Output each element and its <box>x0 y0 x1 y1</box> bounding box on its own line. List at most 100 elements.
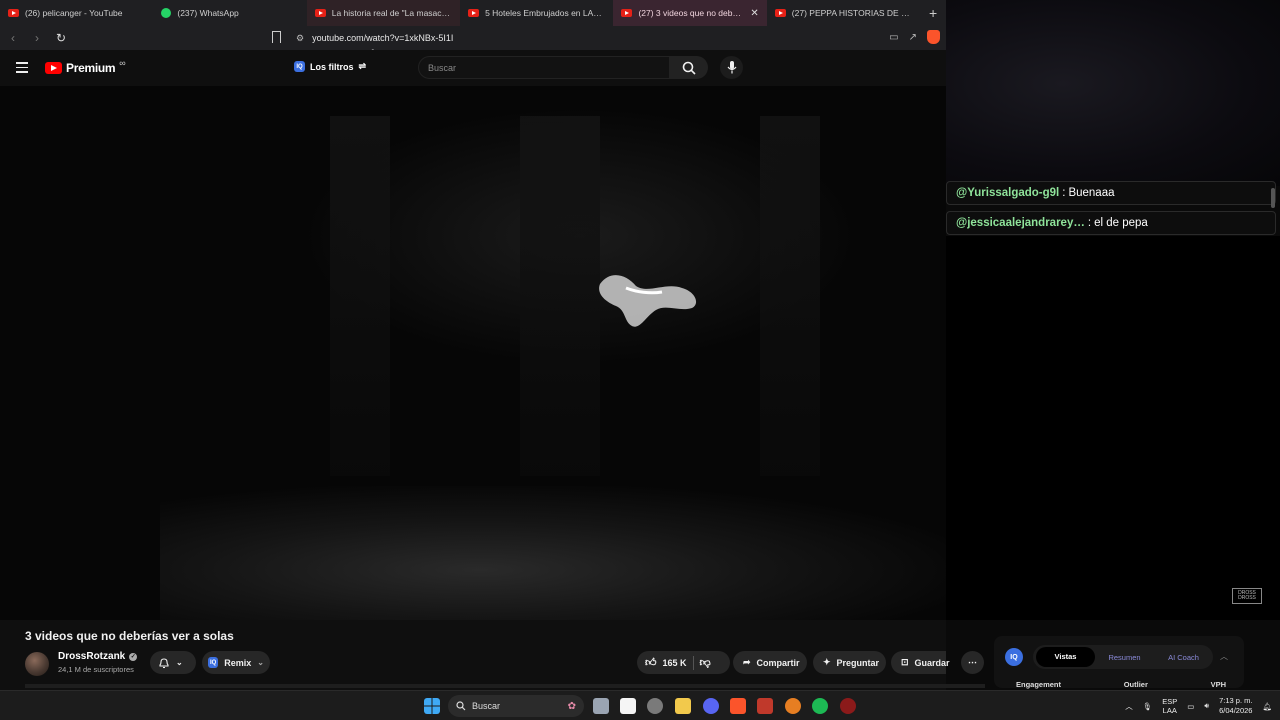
vidiq-tab-vistas[interactable]: Vistas <box>1036 647 1095 667</box>
microphone-icon <box>727 61 736 74</box>
network-icon[interactable]: ▭ <box>1187 702 1194 711</box>
clock[interactable]: 7:13 p. m. 6/04/2026 <box>1219 696 1252 716</box>
video-extension <box>946 236 1280 620</box>
video-player[interactable] <box>0 86 946 620</box>
youtube-favicon-icon <box>621 9 633 17</box>
remix-button[interactable]: IQ Remix ⌄ <box>202 651 270 674</box>
tab-label: (27) PEPPA HISTORIAS DE MIEDO - Y <box>791 8 912 18</box>
more-actions-button[interactable]: ⋯ <box>961 651 984 674</box>
site-settings-icon[interactable]: ⚙ <box>296 33 304 44</box>
vidiq-tab-ai-coach[interactable]: AI Coach <box>1154 653 1213 662</box>
address-bar-actions: ▭ ↗ <box>889 30 940 44</box>
brave-shields-icon[interactable] <box>927 30 940 44</box>
stream-app-icon[interactable] <box>757 698 773 714</box>
chat-text: Buenaaa <box>1068 187 1115 199</box>
filters-button[interactable]: IQ Los filtros ⇌ <box>294 61 366 72</box>
url-field[interactable]: ⚙ youtube.com/watch?v=1xkNBx-5I1I <box>296 30 453 46</box>
notification-bell-icon[interactable]: 🔔︎ <box>1262 702 1272 711</box>
chevron-up-icon[interactable]: ︿ <box>1125 701 1133 712</box>
browser-tab[interactable]: (237) WhatsApp <box>153 0 306 26</box>
brand-label: Premium <box>66 61 116 75</box>
vidiq-icon: IQ <box>208 657 219 668</box>
youtube-play-icon <box>45 62 62 74</box>
system-tray: ︿ 🎙︎ ESP LAA ▭ 🔊︎ 7:13 p. m. 6/04/2026 🔔… <box>1125 691 1280 720</box>
chat-separator: : <box>1087 217 1092 229</box>
vidiq-icon: IQ <box>294 61 305 72</box>
search-input[interactable]: Buscar <box>418 56 670 79</box>
share-button[interactable]: ➦ Compartir <box>733 651 807 674</box>
save-button[interactable]: ⊡ Guardar <box>891 651 950 674</box>
volume-icon[interactable]: 🔊︎ <box>1204 701 1209 711</box>
browser-tab[interactable]: 5 Hoteles Embrujados en LAS VEGAS <box>460 0 613 26</box>
video-pillar <box>760 116 820 476</box>
subscriber-count: 24,1 M de suscriptores <box>58 665 134 674</box>
chatgpt-icon[interactable] <box>647 698 663 714</box>
close-tab-icon[interactable]: ✕ <box>750 8 758 19</box>
more-icon: ⋯ <box>968 657 977 667</box>
collapse-icon[interactable]: ︿ <box>1220 651 1228 662</box>
search-highlight-icon: ✿ <box>567 700 576 712</box>
forward-icon[interactable]: › <box>30 31 44 45</box>
channel-name-text: DrossRotzank <box>58 651 126 662</box>
url-text: youtube.com/watch?v=1xkNBx-5I1I <box>312 33 454 43</box>
reload-icon[interactable]: ↻ <box>54 31 68 45</box>
chevron-down-icon: ⌄ <box>257 658 264 667</box>
video-info: 3 videos que no deberías ver a solas Dro… <box>0 620 950 688</box>
voice-search-button[interactable] <box>720 56 743 79</box>
taskbar-search[interactable]: Buscar ✿ <box>448 695 584 717</box>
bookmark-icon[interactable] <box>272 31 281 43</box>
notifications-button[interactable]: ⌄ <box>150 651 196 674</box>
share-icon[interactable]: ↗ <box>909 32 917 43</box>
ask-label: Preguntar <box>836 657 880 668</box>
dislike-button[interactable]: 👎︎ <box>700 656 711 669</box>
youtube-header: Premium ∞ IQ Los filtros ⇌ Buscar <box>0 50 946 86</box>
browser-tab-bar: (26) pelicanger - YouTube (237) WhatsApp… <box>0 0 946 26</box>
taskbar-search-label: Buscar <box>472 701 501 711</box>
browser-tab[interactable]: La historia real de "La masacre de Te <box>306 0 461 26</box>
channel-name[interactable]: DrossRotzank ✓ <box>58 651 138 662</box>
browser-tab[interactable]: (26) pelicanger - YouTube <box>0 0 153 26</box>
microphone-icon[interactable]: 🎙︎ <box>1143 702 1153 711</box>
sliders-icon: ⇌ <box>358 61 367 71</box>
brave-browser-icon[interactable] <box>730 698 746 714</box>
video-title: 3 videos que no deberías ver a solas <box>25 629 234 643</box>
filters-label: Los filtros <box>310 61 354 72</box>
tab-label: (237) WhatsApp <box>177 8 239 18</box>
tab-label: La historia real de "La masacre de Te <box>331 8 452 18</box>
back-icon[interactable]: ‹ <box>6 31 20 45</box>
channel-watermark: DROSS DROSS <box>1232 588 1262 604</box>
channel-avatar[interactable] <box>25 652 49 676</box>
new-tab-button[interactable]: + <box>920 5 946 21</box>
ask-button[interactable]: ✦ Preguntar <box>813 651 886 674</box>
vidiq-tabs: Vistas Resumen AI Coach <box>1033 645 1213 669</box>
youtube-logo[interactable]: Premium ∞ <box>45 58 126 75</box>
file-explorer-icon[interactable] <box>675 698 691 714</box>
chat-text: el de pepa <box>1094 217 1148 229</box>
cast-icon[interactable]: ▭ <box>889 32 898 43</box>
discord-icon[interactable] <box>703 698 719 714</box>
notion-icon[interactable] <box>620 698 636 714</box>
browser-tab-active[interactable]: (27) 3 videos que no deberías ve ✕ <box>613 0 767 26</box>
chevron-down-icon: ⌄ <box>176 658 183 667</box>
chat-scrollbar[interactable] <box>1271 188 1275 208</box>
share-arrow-icon: ➦ <box>743 657 751 667</box>
spotify-icon[interactable] <box>812 698 828 714</box>
save-label: Guardar <box>914 657 950 668</box>
obs-icon[interactable] <box>785 698 801 714</box>
browser-tab[interactable]: (27) PEPPA HISTORIAS DE MIEDO - Y <box>767 0 920 26</box>
youtube-favicon-icon <box>314 9 326 17</box>
search-button[interactable] <box>670 56 708 79</box>
menu-icon[interactable] <box>16 62 28 76</box>
chat-message: @Yurissalgado-g9l : Buenaaa <box>946 181 1276 205</box>
chat-username: @jessicaalejandrarey… <box>956 217 1085 229</box>
search-icon <box>682 61 696 75</box>
tab-label: 5 Hoteles Embrujados en LAS VEGAS <box>485 8 605 18</box>
video-floor <box>160 486 946 620</box>
vidiq-tab-resumen[interactable]: Resumen <box>1095 653 1154 662</box>
windows-start-icon[interactable] <box>424 698 440 714</box>
remix-label: Remix <box>224 657 252 668</box>
like-button[interactable]: 👍︎ 165 K <box>645 656 687 669</box>
recorder-icon[interactable] <box>840 698 856 714</box>
task-view-icon[interactable] <box>593 698 609 714</box>
input-language[interactable]: ESP LAA <box>1162 697 1177 715</box>
